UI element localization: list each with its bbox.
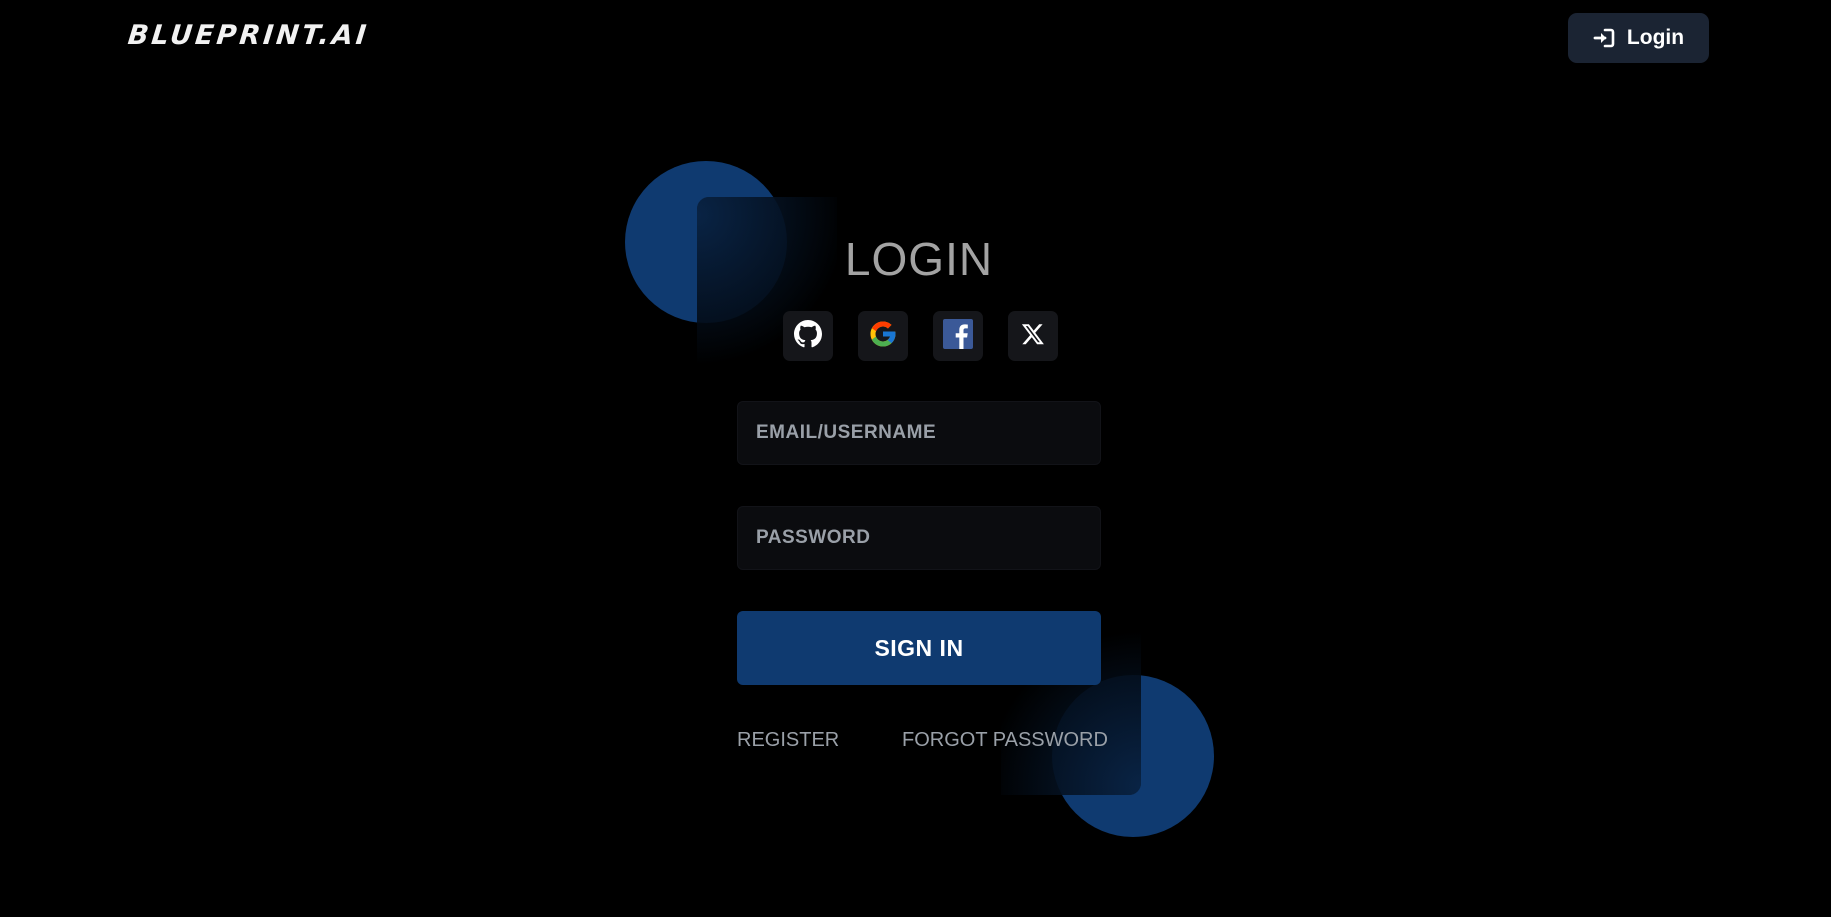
social-login-group (783, 311, 1058, 361)
login-title: LOGIN (844, 233, 994, 285)
logo[interactable]: BLUEPRINT.AI (126, 20, 370, 51)
password-input[interactable] (738, 507, 1100, 569)
header-login-label: Login (1626, 26, 1685, 49)
login-card (697, 197, 1141, 795)
navbar: BLUEPRINT.AI Login (0, 0, 1831, 76)
github-icon (794, 319, 822, 353)
x-icon (1021, 322, 1045, 351)
google-login-button[interactable] (858, 311, 908, 361)
facebook-icon (943, 318, 973, 354)
email-field (737, 401, 1101, 465)
google-icon (868, 319, 898, 354)
password-field (737, 506, 1101, 570)
facebook-login-button[interactable] (933, 311, 983, 361)
sign-in-button[interactable]: SIGN IN (737, 611, 1101, 685)
github-login-button[interactable] (783, 311, 833, 361)
x-login-button[interactable] (1008, 311, 1058, 361)
forgot-password-link[interactable]: FORGOT PASSWORD (902, 729, 1108, 752)
email-input[interactable] (738, 402, 1100, 464)
header-login-button[interactable]: Login (1568, 13, 1709, 63)
register-link[interactable]: REGISTER (737, 729, 839, 752)
sign-in-icon (1593, 28, 1615, 48)
